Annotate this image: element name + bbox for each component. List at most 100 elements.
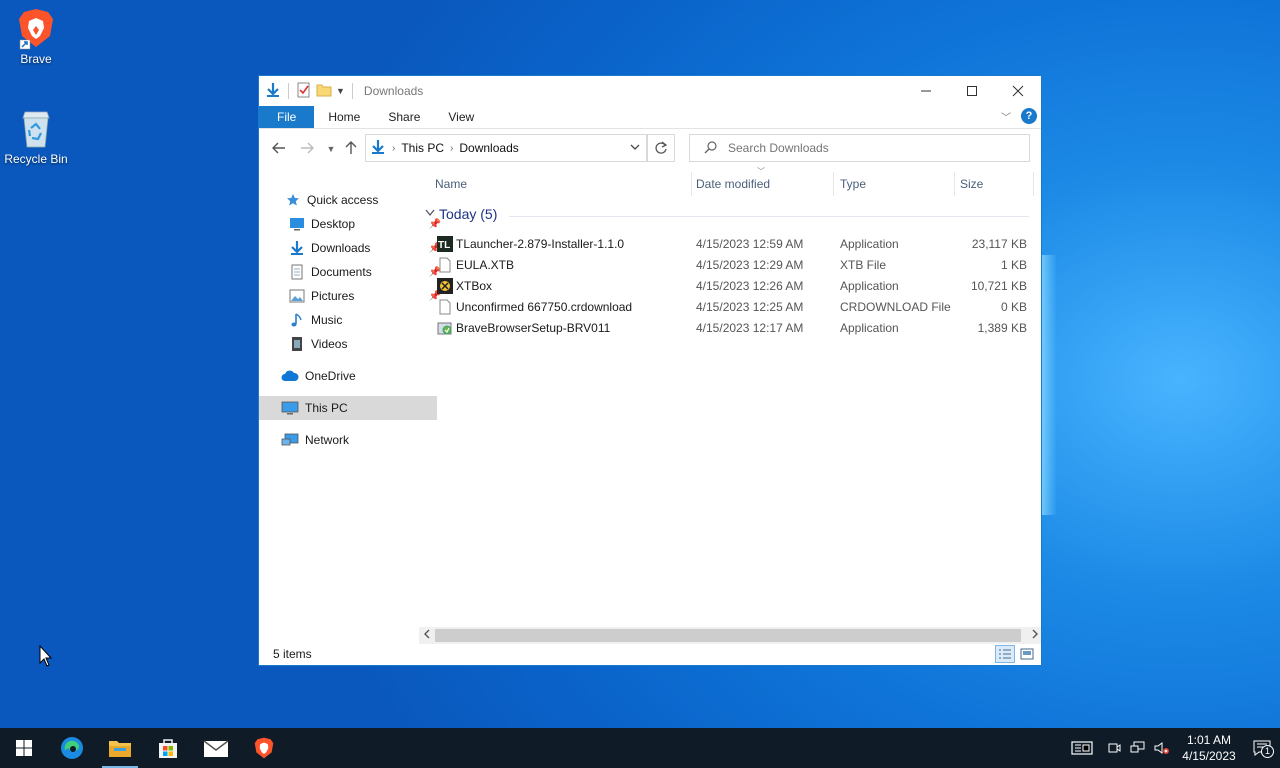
maximize-icon [967, 86, 977, 96]
sidebar-item-documents[interactable]: Documents 📌 [259, 260, 445, 284]
search-box[interactable] [689, 134, 1030, 162]
taskbar-edge[interactable] [48, 728, 96, 768]
tab-file[interactable]: File [259, 106, 315, 128]
taskbar-mail[interactable] [192, 728, 240, 768]
meet-now-icon[interactable] [1102, 741, 1126, 755]
sidebar-item-downloads[interactable]: Downloads 📌 [259, 236, 445, 260]
search-input[interactable] [726, 140, 1020, 156]
network-status-icon[interactable] [1126, 741, 1150, 755]
large-icons-view-button[interactable] [1017, 645, 1037, 663]
system-tray: 1:01 AM 4/15/2023 1 [1062, 728, 1280, 768]
forward-button[interactable] [295, 141, 319, 158]
file-row[interactable]: BraveBrowserSetup-BRV011 4/15/2023 12:17… [419, 318, 1035, 339]
breadcrumb-chevron-icon[interactable]: › [392, 143, 395, 154]
file-row[interactable]: EULA.XTB 4/15/2023 12:29 AM XTB File 1 K… [419, 255, 1035, 276]
brave-lion-icon [14, 6, 58, 50]
up-button[interactable] [339, 140, 363, 158]
sidebar-item-music[interactable]: Music [259, 308, 445, 332]
close-button[interactable] [995, 76, 1041, 106]
quick-access-toolbar: ▼ [259, 82, 356, 101]
group-divider [509, 216, 1029, 217]
file-row[interactable]: XTBox 4/15/2023 12:26 AM Application 10,… [419, 276, 1035, 297]
notification-center-icon[interactable]: 1 [1244, 740, 1280, 758]
column-header-date-modified[interactable]: Date modified [696, 172, 770, 196]
music-icon [289, 312, 305, 328]
mouse-cursor-icon [39, 644, 53, 670]
sidebar-item-pictures[interactable]: Pictures 📌 [259, 284, 445, 308]
file-type: Application [840, 237, 899, 251]
file-size: 1,389 KB [977, 321, 1027, 335]
large-icons-view-icon [1020, 648, 1034, 660]
item-count: 5 items [273, 647, 312, 661]
horizontal-scrollbar[interactable] [419, 627, 1041, 644]
address-dropdown-chevron-icon[interactable] [630, 142, 640, 155]
news-widget-icon[interactable] [1062, 740, 1102, 756]
sidebar-item-network[interactable]: Network [259, 428, 437, 452]
customize-toolbar-chevron-icon[interactable]: ▼ [336, 86, 345, 96]
sidebar-item-videos[interactable]: Videos [259, 332, 445, 356]
file-date: 4/15/2023 12:26 AM [696, 279, 804, 293]
up-arrow-icon [345, 140, 357, 154]
sidebar-item-this-pc[interactable]: This PC [259, 396, 437, 420]
brave-lion-icon [254, 737, 274, 759]
collapse-chevron-icon[interactable] [425, 209, 435, 220]
taskbar-clock[interactable]: 1:01 AM 4/15/2023 [1174, 732, 1244, 764]
column-header-type[interactable]: Type [840, 172, 866, 196]
tab-share[interactable]: Share [374, 106, 434, 128]
download-arrow-icon [265, 82, 281, 101]
sidebar-item-quick-access[interactable]: Quick access [259, 188, 441, 212]
taskbar-file-explorer[interactable] [96, 728, 144, 768]
expand-ribbon-chevron-icon[interactable]: ﹀ [1001, 109, 1011, 124]
desktop-icon-recycle-bin[interactable]: Recycle Bin [0, 106, 72, 166]
clock-time: 1:01 AM [1186, 733, 1232, 747]
volume-muted-icon[interactable] [1150, 741, 1174, 755]
generic-file-icon [437, 257, 453, 273]
group-header-today[interactable]: Today (5) [425, 206, 497, 222]
file-name: XTBox [456, 279, 493, 293]
address-bar[interactable]: › This PC › Downloads [365, 134, 647, 162]
scroll-right-arrow-icon[interactable] [1031, 628, 1039, 643]
status-bar: 5 items [259, 643, 1041, 665]
minimize-icon [921, 90, 931, 92]
column-header-name[interactable]: Name [435, 172, 467, 196]
start-button[interactable] [0, 728, 48, 768]
navigation-bar: ▼ › This PC › Downloads [259, 129, 1041, 169]
sidebar-item-desktop[interactable]: Desktop 📌 [259, 212, 445, 236]
scroll-left-arrow-icon[interactable] [423, 628, 431, 643]
tab-view[interactable]: View [434, 106, 488, 128]
cloud-icon [281, 368, 299, 384]
file-row[interactable]: TL TLauncher-2.879-Installer-1.1.0 4/15/… [419, 234, 1035, 255]
forward-arrow-icon [301, 142, 314, 153]
scrollbar-thumb[interactable] [435, 629, 1021, 642]
file-name: TLauncher-2.879-Installer-1.1.0 [456, 237, 625, 251]
maximize-button[interactable] [949, 76, 995, 106]
mail-envelope-icon [203, 740, 229, 757]
minimize-button[interactable] [903, 76, 949, 106]
taskbar-microsoft-store[interactable] [144, 728, 192, 768]
tab-home[interactable]: Home [314, 106, 374, 128]
back-button[interactable] [267, 141, 291, 158]
desktop-icon-label: Brave [20, 52, 52, 66]
breadcrumb-chevron-icon[interactable]: › [450, 143, 453, 154]
back-arrow-icon [272, 142, 285, 153]
properties-icon[interactable] [296, 82, 312, 101]
file-row[interactable]: Unconfirmed 667750.crdownload 4/15/2023 … [419, 297, 1035, 318]
help-icon[interactable]: ? [1021, 108, 1037, 124]
star-icon [285, 192, 301, 208]
file-date: 4/15/2023 12:59 AM [696, 237, 804, 251]
details-view-button[interactable] [995, 645, 1015, 663]
desktop-icon-brave[interactable]: Brave [0, 6, 72, 66]
new-folder-icon[interactable] [316, 82, 332, 101]
sidebar-item-onedrive[interactable]: OneDrive [259, 364, 437, 388]
refresh-button[interactable] [647, 134, 675, 162]
download-icon [289, 240, 305, 256]
column-header-size[interactable]: Size [960, 172, 983, 196]
taskbar: 1:01 AM 4/15/2023 1 [0, 728, 1280, 768]
title-bar[interactable]: ▼ Downloads [259, 76, 1041, 106]
breadcrumb-this-pc[interactable]: This PC [401, 141, 444, 155]
xtbox-app-icon [437, 278, 453, 294]
taskbar-brave[interactable] [240, 728, 288, 768]
file-size: 23,117 KB [971, 237, 1027, 251]
breadcrumb-downloads[interactable]: Downloads [459, 141, 518, 155]
ribbon-tabs: File Home Share View ﹀ ? [259, 106, 1041, 129]
